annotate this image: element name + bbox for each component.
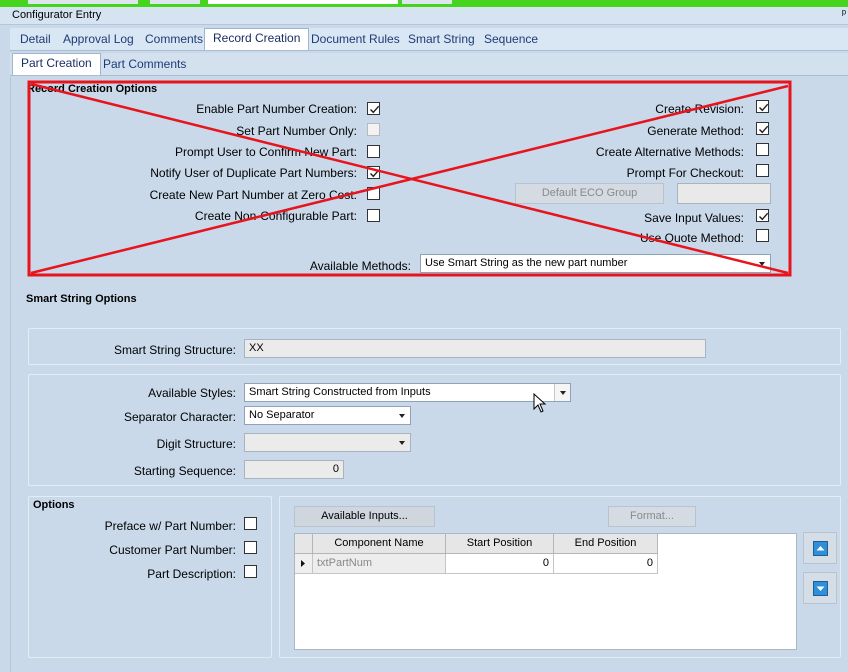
option-label: Enable Part Number Creation:	[196, 102, 357, 116]
smart-string-structure-label: Smart String Structure:	[113, 343, 236, 357]
top-strip-segment	[28, 0, 138, 4]
checkmark-icon	[759, 103, 769, 112]
notify-duplicate-part-numbers-checkbox[interactable]	[367, 166, 380, 179]
starting-sequence-value: 0	[332, 463, 339, 475]
option-label: Customer Part Number:	[109, 543, 236, 557]
part-description-checkbox[interactable]	[244, 565, 257, 578]
move-up-button[interactable]	[803, 532, 837, 564]
set-part-number-only-checkbox[interactable]	[367, 123, 380, 136]
option-label: Create Alternative Methods:	[595, 145, 744, 159]
default-eco-group-field[interactable]	[677, 183, 771, 204]
create-part-zero-cost-checkbox[interactable]	[367, 187, 380, 200]
option-label: Notify User of Duplicate Part Numbers:	[150, 166, 357, 180]
tab-sequence[interactable]: Sequence	[476, 30, 546, 51]
main-tab-bar: Detail Approval Log Comments Record Crea…	[10, 28, 848, 51]
top-strip	[0, 0, 848, 7]
grid-corner	[295, 534, 313, 554]
option-label: Generate Method:	[647, 124, 744, 138]
save-input-values-checkbox[interactable]	[756, 209, 769, 222]
option-label: Prompt For Checkout:	[626, 166, 744, 180]
window-titlebar: Configurator Entry ᵖ	[0, 7, 848, 25]
chevron-down-icon[interactable]	[394, 434, 410, 451]
pin-icon[interactable]: ᵖ	[842, 8, 846, 20]
move-down-icon	[813, 581, 828, 596]
top-strip-segment	[150, 0, 200, 4]
grid-cell-component[interactable]: txtPartNum	[313, 554, 446, 574]
mouse-pointer-icon	[533, 393, 547, 413]
grid-header-start-position[interactable]: Start Position	[446, 534, 554, 554]
smart-string-header: Smart String Options	[26, 293, 137, 305]
format-button[interactable]: Format...	[608, 506, 696, 527]
option-label: Use Quote Method:	[639, 231, 744, 245]
smart-string-structure-value: XX	[249, 342, 264, 354]
available-methods-dropdown[interactable]: Use Smart String as the new part number	[420, 254, 771, 273]
available-styles-dropdown[interactable]: Smart String Constructed from Inputs	[244, 383, 571, 402]
tab-smart-string[interactable]: Smart String	[400, 30, 483, 51]
prompt-for-checkout-checkbox[interactable]	[756, 164, 769, 177]
tab-approval-log[interactable]: Approval Log	[55, 30, 142, 51]
option-label: Set Part Number Only:	[236, 124, 357, 138]
option-label: Part Description:	[147, 567, 236, 581]
grid-header-component-name[interactable]: Component Name	[313, 534, 446, 554]
option-label: Preface w/ Part Number:	[104, 519, 236, 533]
record-creation-header: Record Creation Options	[27, 83, 158, 95]
available-methods-value: Use Smart String as the new part number	[425, 257, 628, 269]
checkmark-icon	[759, 212, 769, 221]
use-quote-method-checkbox[interactable]	[756, 229, 769, 242]
starting-sequence-label: Starting Sequence:	[133, 464, 236, 478]
digit-structure-label: Digit Structure:	[156, 437, 236, 451]
option-label: Create New Part Number at Zero Cost:	[149, 188, 357, 202]
preface-part-number-checkbox[interactable]	[244, 517, 257, 530]
top-strip-segment	[208, 0, 398, 4]
option-label: Create Revision:	[655, 102, 744, 116]
generate-method-checkbox[interactable]	[756, 122, 769, 135]
row-indicator-icon[interactable]	[295, 554, 313, 574]
tab-detail[interactable]: Detail	[12, 30, 59, 51]
create-revision-checkbox[interactable]	[756, 100, 769, 113]
grid-header-end-position[interactable]: End Position	[554, 534, 658, 554]
tab-comments[interactable]: Comments	[137, 30, 211, 51]
option-label: Save Input Values:	[644, 211, 744, 225]
options-header: Options	[33, 499, 75, 511]
window-title: Configurator Entry	[12, 9, 102, 21]
inputs-grid[interactable]: Component Name Start Position End Positi…	[294, 533, 797, 650]
separator-character-value: No Separator	[249, 409, 315, 421]
available-methods-label: Available Methods:	[309, 259, 411, 273]
starting-sequence-field[interactable]: 0	[244, 460, 344, 479]
prompt-confirm-new-part-checkbox[interactable]	[367, 145, 380, 158]
option-label: Create Non-Configurable Part:	[194, 209, 357, 223]
available-styles-label: Available Styles:	[148, 386, 236, 400]
checkmark-icon	[370, 105, 380, 114]
create-non-configurable-part-checkbox[interactable]	[367, 209, 380, 222]
available-inputs-button[interactable]: Available Inputs...	[294, 506, 435, 527]
checkmark-icon	[370, 169, 380, 178]
tab-record-creation[interactable]: Record Creation	[204, 28, 310, 50]
available-styles-value: Smart String Constructed from Inputs	[249, 386, 431, 398]
move-down-button[interactable]	[803, 572, 837, 604]
smart-string-structure-field[interactable]: XX	[244, 339, 706, 358]
sub-tab-bar: Part Creation Part Comments	[10, 53, 848, 76]
grid-cell-end[interactable]: 0	[554, 554, 658, 574]
tab-part-comments[interactable]: Part Comments	[95, 55, 194, 76]
tab-part-creation[interactable]: Part Creation	[12, 53, 101, 75]
chevron-down-icon[interactable]	[754, 255, 770, 272]
move-up-icon	[813, 541, 828, 556]
default-eco-group-button[interactable]: Default ECO Group	[515, 183, 664, 204]
chevron-down-icon[interactable]	[394, 407, 410, 424]
separator-character-dropdown[interactable]: No Separator	[244, 406, 411, 425]
option-label: Prompt User to Confirm New Part:	[174, 145, 357, 159]
top-strip-segment	[402, 0, 452, 4]
enable-part-number-creation-checkbox[interactable]	[367, 102, 380, 115]
digit-structure-dropdown[interactable]	[244, 433, 411, 452]
customer-part-number-checkbox[interactable]	[244, 541, 257, 554]
separator-character-label: Separator Character:	[123, 410, 236, 424]
create-alternative-methods-checkbox[interactable]	[756, 143, 769, 156]
grid-cell-start[interactable]: 0	[446, 554, 554, 574]
tab-document-rules[interactable]: Document Rules	[303, 30, 408, 51]
chevron-down-icon[interactable]	[554, 384, 570, 401]
checkmark-icon	[759, 125, 769, 134]
